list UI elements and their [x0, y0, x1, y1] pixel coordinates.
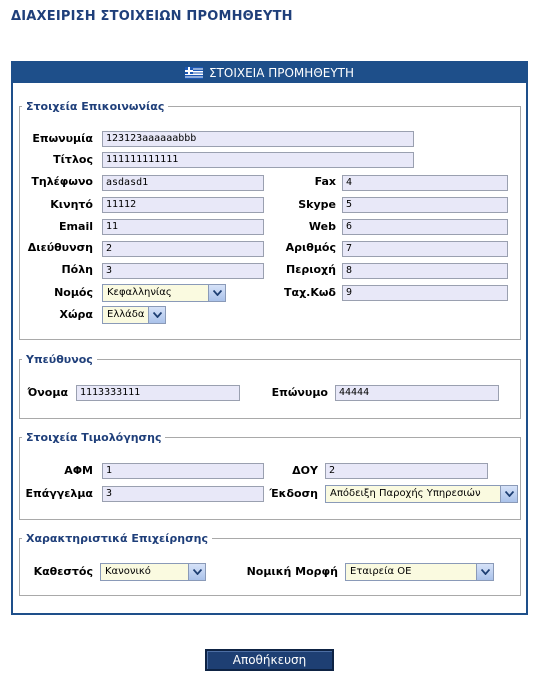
chevron-down-icon[interactable]	[208, 285, 225, 301]
fax-label: Fax	[314, 175, 336, 188]
tilefono-label: Τηλέφωνο	[31, 175, 93, 188]
tilefono-input[interactable]: asdasd1	[102, 175, 264, 191]
chora-label: Χώρα	[59, 308, 93, 321]
billing-legend: Στοιχεία Τιμολόγησης	[26, 431, 162, 444]
chevron-down-icon[interactable]	[476, 564, 493, 580]
tk-label: Ταχ.Κωδ	[284, 286, 336, 299]
greek-flag-icon	[184, 67, 203, 79]
chevron-down-icon[interactable]	[500, 486, 517, 502]
afm-label: ΑΦΜ	[64, 464, 93, 477]
doy-label: ΔΟΥ	[292, 464, 318, 477]
tk-input[interactable]: 9	[342, 285, 508, 301]
business-legend: Χαρακτηριστικά Επιχείρησης	[26, 532, 208, 545]
titlos-label: Τίτλος	[53, 153, 93, 166]
kinito-input[interactable]: 11112	[102, 197, 264, 213]
kathestos-label: Καθεστός	[33, 565, 93, 578]
save-button[interactable]: Αποθήκευση	[205, 649, 334, 671]
email-label: Email	[59, 220, 93, 233]
periochi-input[interactable]: 8	[342, 263, 508, 279]
afm-input[interactable]: 1	[102, 463, 264, 479]
ekdosi-select-value: Απόδειξη Παροχής Υπηρεσιών	[330, 488, 481, 499]
nomiki-select[interactable]: Εταιρεία ΟΕ	[345, 563, 494, 581]
ekdosi-select[interactable]: Απόδειξη Παροχής Υπηρεσιών	[325, 485, 518, 503]
periochi-label: Περιοχή	[286, 263, 336, 276]
doy-input[interactable]: 2	[325, 463, 488, 479]
nomiki-select-value: Εταιρεία ΟΕ	[350, 566, 412, 577]
epaggelma-input[interactable]: 3	[102, 486, 264, 502]
panel-title: ΣΤΟΙΧΕΙΑ ΠΡΟΜΗΘΕΥΤΗ	[208, 66, 355, 80]
dieuthinsi-input[interactable]: 2	[102, 241, 264, 257]
kinito-label: Κινητό	[50, 198, 93, 211]
eponymo-input[interactable]: 44444	[335, 385, 499, 401]
chora-select-value: Ελλάδα	[107, 309, 145, 320]
fax-input[interactable]: 4	[342, 175, 508, 191]
chora-select[interactable]: Ελλάδα	[102, 306, 166, 324]
panel-header: ΣΤΟΙΧΕΙΑ ΠΡΟΜΗΘΕΥΤΗ	[13, 63, 526, 83]
eponymia-label: Επωνυμία	[32, 132, 93, 145]
nomos-select-value: Κεφαλληνίας	[107, 287, 172, 298]
skype-label: Skype	[298, 198, 336, 211]
skype-input[interactable]: 5	[342, 197, 508, 213]
onoma-input[interactable]: 1113333111	[76, 385, 240, 401]
onoma-label: Όνομα	[27, 386, 69, 399]
web-label: Web	[308, 220, 336, 233]
eponymia-input[interactable]: 123123aaaaaabbb	[102, 131, 414, 147]
contact-legend: Στοιχεία Επικοινωνίας	[26, 100, 165, 113]
poli-label: Πόλη	[61, 263, 93, 276]
epaggelma-label: Επάγγελμα	[25, 487, 94, 500]
nomos-select[interactable]: Κεφαλληνίας	[102, 284, 226, 302]
kathestos-select-value: Κανονικό	[105, 566, 151, 577]
ekdosi-label: Έκδοση	[269, 487, 318, 500]
page-title: ΔΙΑΧΕΙΡΙΣΗ ΣΤΟΙΧΕΙΩΝ ΠΡΟΜΗΘΕΥΤΗ	[11, 9, 293, 24]
eponymo-label: Επώνυμο	[271, 386, 328, 399]
titlos-input[interactable]: 111111111111	[102, 152, 414, 168]
email-input[interactable]: 11	[102, 219, 264, 235]
chevron-down-icon[interactable]	[188, 564, 205, 580]
arithmos-input[interactable]: 7	[342, 241, 508, 257]
responsible-legend: Υπεύθυνος	[26, 353, 93, 366]
nomos-label: Νομός	[54, 286, 93, 299]
arithmos-label: Αριθμός	[285, 241, 336, 254]
poli-input[interactable]: 3	[102, 263, 264, 279]
chevron-down-icon[interactable]	[148, 307, 165, 323]
kathestos-select[interactable]: Κανονικό	[100, 563, 206, 581]
web-input[interactable]: 6	[342, 219, 508, 235]
nomiki-label: Νομική Μορφή	[246, 565, 338, 578]
dieuthinsi-label: Διεύθυνση	[27, 241, 93, 254]
